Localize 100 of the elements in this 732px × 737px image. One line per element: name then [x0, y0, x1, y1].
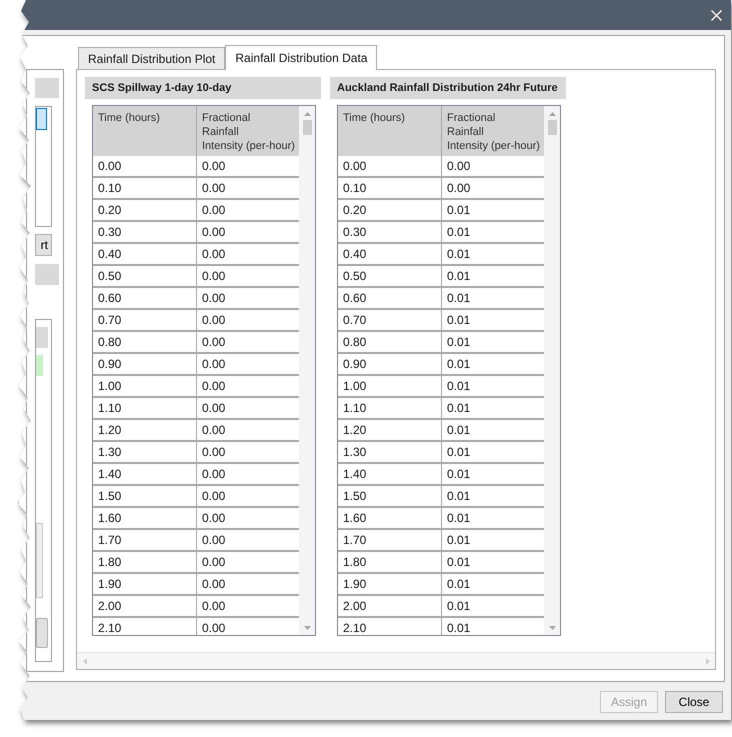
table-cell[interactable]: 1.30 — [338, 442, 442, 462]
table-cell[interactable]: 0.30 — [93, 222, 197, 242]
table-cell[interactable]: 0.00 — [197, 398, 299, 418]
table-cell[interactable]: 1.90 — [93, 574, 197, 594]
table-cell[interactable]: 2.10 — [338, 618, 442, 635]
table-cell[interactable]: 1.80 — [93, 552, 197, 572]
down-arrow-icon[interactable] — [304, 626, 310, 630]
table-cell[interactable]: 0.01 — [442, 310, 544, 330]
table-cell[interactable]: 0.01 — [442, 354, 544, 374]
table-cell[interactable]: 0.01 — [442, 552, 544, 572]
table-cell[interactable]: 0.00 — [442, 178, 544, 198]
table-cell[interactable]: 0.20 — [338, 200, 442, 220]
table-cell[interactable]: 0.01 — [442, 596, 544, 616]
table-cell[interactable]: 2.00 — [93, 596, 197, 616]
table-cell[interactable]: 0.00 — [197, 442, 299, 462]
table-cell[interactable]: 0.60 — [338, 288, 442, 308]
table-cell[interactable]: 1.50 — [93, 486, 197, 506]
table-cell[interactable]: 1.10 — [93, 398, 197, 418]
table-cell[interactable]: 0.01 — [442, 574, 544, 594]
table-cell[interactable]: 0.00 — [197, 288, 299, 308]
table-cell[interactable]: 0.00 — [197, 222, 299, 242]
table-cell[interactable]: 0.01 — [442, 288, 544, 308]
table-cell[interactable]: 0.00 — [197, 332, 299, 352]
column-header[interactable]: Time (hours) — [93, 106, 197, 156]
table-cell[interactable]: 0.00 — [197, 178, 299, 198]
table-cell[interactable]: 0.00 — [197, 354, 299, 374]
vertical-scrollbar[interactable] — [299, 106, 315, 635]
table-cell[interactable]: 0.00 — [197, 420, 299, 440]
scrollbar-thumb[interactable] — [302, 120, 312, 135]
table-cell[interactable]: 0.01 — [442, 200, 544, 220]
up-arrow-icon[interactable] — [304, 112, 310, 116]
table-cell[interactable]: 0.60 — [93, 288, 197, 308]
dialog-button[interactable]: Close — [665, 690, 723, 712]
table-cell[interactable]: 0.00 — [93, 156, 197, 176]
table-cell[interactable]: 1.70 — [93, 530, 197, 550]
column-header[interactable]: Fractional Rainfall Intensity (per-hour) — [442, 106, 544, 156]
list-item[interactable] — [36, 108, 47, 130]
table-cell[interactable]: 0.01 — [442, 618, 544, 635]
table-cell[interactable]: 0.01 — [442, 222, 544, 242]
table-cell[interactable]: 1.10 — [338, 398, 442, 418]
table-cell[interactable]: 0.70 — [93, 310, 197, 330]
table-cell[interactable]: 0.00 — [338, 156, 442, 176]
right-arrow-icon[interactable] — [706, 658, 710, 664]
scrollbar-thumb[interactable] — [548, 120, 556, 135]
close-icon[interactable] — [711, 10, 722, 20]
table-cell[interactable]: 0.40 — [93, 244, 197, 264]
table-cell[interactable]: 0.40 — [338, 244, 442, 264]
table-cell[interactable]: 0.10 — [93, 178, 197, 198]
table-cell[interactable]: 1.20 — [93, 420, 197, 440]
table-cell[interactable]: 1.30 — [93, 442, 197, 462]
vertical-scrollbar[interactable] — [544, 106, 560, 635]
tab[interactable]: Rainfall Distribution Plot — [78, 47, 226, 69]
list-box[interactable] — [35, 106, 52, 227]
table-cell[interactable]: 2.00 — [338, 596, 442, 616]
side-button[interactable]: rt — [35, 234, 52, 256]
table-cell[interactable]: 1.60 — [338, 508, 442, 528]
table-cell[interactable]: 0.50 — [338, 266, 442, 286]
table-cell[interactable]: 0.10 — [338, 178, 442, 198]
table-cell[interactable]: 0.01 — [442, 530, 544, 550]
table-cell[interactable]: 0.01 — [442, 266, 544, 286]
table-cell[interactable]: 0.00 — [197, 530, 299, 550]
table-cell[interactable]: 1.40 — [93, 464, 197, 484]
table-cell[interactable]: 1.00 — [338, 376, 442, 396]
horizontal-scrollbar[interactable] — [77, 652, 715, 669]
table-cell[interactable]: 0.50 — [93, 266, 197, 286]
column-header[interactable]: Fractional Rainfall Intensity (per-hour) — [197, 106, 299, 156]
table-cell[interactable]: 1.90 — [338, 574, 442, 594]
table-cell[interactable]: 0.00 — [197, 266, 299, 286]
table-cell[interactable]: 0.00 — [197, 156, 299, 176]
down-arrow-icon[interactable] — [548, 626, 556, 630]
table-cell[interactable]: 0.90 — [93, 354, 197, 374]
table-cell[interactable]: 0.01 — [442, 486, 544, 506]
side-button[interactable] — [36, 618, 48, 648]
table-cell[interactable]: 1.00 — [93, 376, 197, 396]
table-cell[interactable]: 0.01 — [442, 420, 544, 440]
table-cell[interactable]: 0.00 — [197, 310, 299, 330]
table-cell[interactable]: 0.30 — [338, 222, 442, 242]
table-cell[interactable]: 0.00 — [197, 486, 299, 506]
table-cell[interactable]: 0.80 — [338, 332, 442, 352]
table-cell[interactable]: 0.01 — [442, 442, 544, 462]
table-cell[interactable]: 0.01 — [442, 376, 544, 396]
table-cell[interactable]: 0.00 — [197, 200, 299, 220]
table-cell[interactable]: 0.01 — [442, 464, 544, 484]
table-cell[interactable]: 1.70 — [338, 530, 442, 550]
left-arrow-icon[interactable] — [83, 658, 87, 664]
table-cell[interactable]: 0.01 — [442, 332, 544, 352]
table-cell[interactable]: 0.90 — [338, 354, 442, 374]
tab[interactable]: Rainfall Distribution Data — [225, 45, 378, 70]
table-cell[interactable]: 1.40 — [338, 464, 442, 484]
table-cell[interactable]: 1.60 — [93, 508, 197, 528]
table-cell[interactable]: 0.00 — [197, 552, 299, 572]
table-cell[interactable]: 0.00 — [197, 244, 299, 264]
table-cell[interactable]: 1.80 — [338, 552, 442, 572]
table-cell[interactable]: 0.00 — [197, 376, 299, 396]
table-cell[interactable]: 0.80 — [93, 332, 197, 352]
table-cell[interactable]: 2.10 — [93, 618, 197, 635]
up-arrow-icon[interactable] — [548, 112, 556, 116]
table-cell[interactable]: 0.00 — [442, 156, 544, 176]
table-cell[interactable]: 0.00 — [197, 618, 299, 635]
table-cell[interactable]: 1.20 — [338, 420, 442, 440]
